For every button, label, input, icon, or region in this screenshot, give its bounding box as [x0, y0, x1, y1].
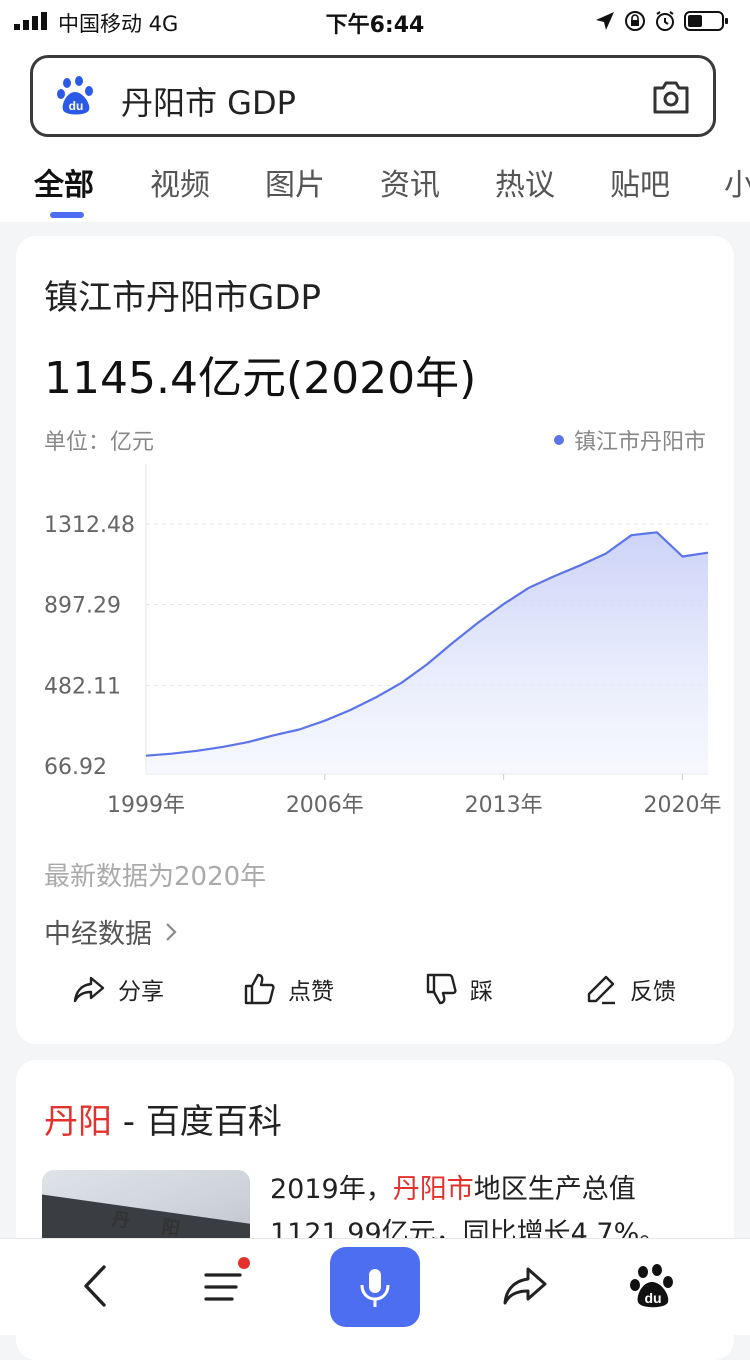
tab-news[interactable]: 资讯 [380, 160, 440, 204]
y-tick-label: 66.92 [44, 755, 107, 780]
search-query[interactable]: 丹阳市 GDP [121, 78, 296, 124]
x-tick-label: 2013年 [465, 793, 543, 818]
like-button[interactable]: 点赞 [242, 972, 334, 1006]
baidu-home-icon[interactable]: du [628, 1261, 678, 1311]
gdp-card: 镇江市丹阳市GDP 1145.4亿元(2020年) 单位：亿元 镇江市丹阳市 6… [16, 236, 734, 1044]
chevron-right-icon [164, 921, 178, 943]
chart-unit: 单位：亿元 [44, 424, 154, 456]
feedback-button[interactable]: 反馈 [584, 972, 676, 1006]
series-area [146, 532, 708, 774]
x-tick-label: 2006年 [286, 793, 364, 818]
legend-dot [554, 435, 564, 445]
microphone-icon [355, 1267, 395, 1309]
alarm-icon [654, 10, 676, 32]
share-icon [72, 972, 106, 1006]
dislike-label: 踩 [470, 972, 493, 1006]
tab-all[interactable]: 全部 [34, 160, 94, 204]
snippet-highlight: 丹阳市 [393, 1174, 474, 1205]
gdp-chart[interactable]: 66.92 482.11 897.29 1312.48 1999年 2006年 2013年 2… [16, 464, 734, 834]
x-tick-label: 2020年 [643, 793, 721, 818]
camera-icon[interactable] [651, 78, 691, 116]
feedback-label: 反馈 [630, 972, 676, 1006]
notification-dot [238, 1257, 250, 1269]
bottom-toolbar: du [0, 1238, 750, 1335]
baike-title[interactable]: 丹阳 - 百度百科 [44, 1094, 282, 1143]
tab-images[interactable]: 图片 [265, 160, 325, 204]
like-label: 点赞 [288, 972, 334, 1006]
location-icon [594, 10, 616, 32]
share-label: 分享 [118, 972, 164, 1006]
baidu-paw-icon: du [55, 74, 99, 118]
snippet-prefix: 2019年， [270, 1174, 393, 1205]
svg-text:du: du [69, 99, 84, 113]
thumbs-up-icon [242, 972, 276, 1006]
tab-more-partial[interactable]: 小 [724, 160, 750, 204]
status-icons [594, 8, 730, 34]
status-bar: 中国移动 4G 下午6:44 [0, 0, 750, 42]
source-label: 中经数据 [44, 912, 152, 951]
baike-title-rest: - 百度百科 [112, 1102, 282, 1142]
share-button[interactable]: 分享 [72, 972, 164, 1006]
svg-text:du: du [644, 1290, 661, 1306]
search-box[interactable]: du 丹阳市 GDP [30, 55, 716, 137]
rotation-lock-icon [624, 10, 646, 32]
dislike-button[interactable]: 踩 [424, 972, 493, 1006]
legend-label: 镇江市丹阳市 [574, 424, 706, 456]
data-source-link[interactable]: 中经数据 [44, 912, 178, 951]
forward-share-icon[interactable] [500, 1261, 550, 1311]
y-tick-label: 482.11 [44, 674, 121, 699]
gdp-value: 1145.4亿元(2020年) [44, 342, 476, 406]
baike-title-highlight: 丹阳 [44, 1102, 112, 1142]
battery-icon [684, 10, 730, 32]
search-tabs: 全部 视频 图片 资讯 热议 贴吧 小 [0, 150, 750, 220]
data-note: 最新数据为2020年 [44, 856, 266, 893]
voice-search-button[interactable] [330, 1247, 420, 1327]
thumbnail-char-1: 丹 [110, 1205, 131, 1233]
tab-discussion[interactable]: 热议 [495, 160, 555, 204]
card-actions: 分享 点赞 踩 反馈 [16, 972, 734, 1012]
y-tick-label: 897.29 [44, 594, 121, 619]
tab-tieba[interactable]: 贴吧 [610, 160, 670, 204]
chart-legend: 镇江市丹阳市 [554, 424, 706, 456]
pencil-icon [584, 972, 618, 1006]
y-tick-label: 1312.48 [44, 513, 135, 538]
thumbs-down-icon [424, 972, 458, 1006]
back-icon[interactable] [72, 1261, 122, 1311]
thumbnail-char-2: 阳 [160, 1213, 181, 1241]
active-tab-indicator [50, 212, 84, 218]
x-tick-label: 1999年 [107, 793, 185, 818]
tab-video[interactable]: 视频 [150, 160, 210, 204]
card-title: 镇江市丹阳市GDP [44, 270, 321, 319]
